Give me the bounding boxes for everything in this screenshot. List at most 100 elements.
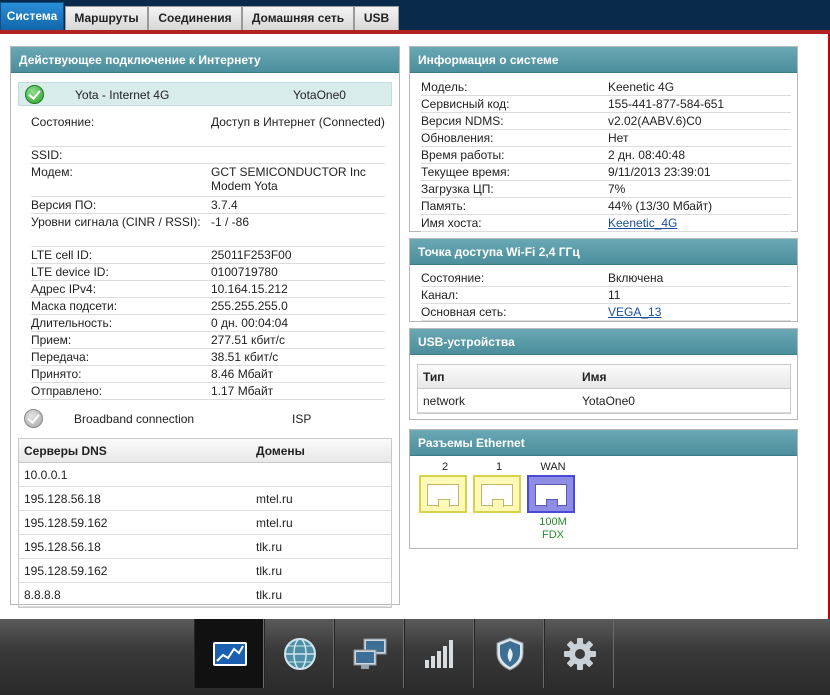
tab-system[interactable]: Система [0,2,64,31]
detail-label: Длительность: [31,316,113,330]
detail-label: Уровни сигнала (CINR / RSSI): [31,215,201,229]
wifi-info-list: Состояние: Включена Канал: 11 Основная сеть:… [421,270,791,321]
dns-servers-column-header: Серверы DNS [24,444,107,458]
usb-table-header: Тип Имя [418,365,790,389]
detail-value: 38.51 кбит/с [211,350,279,364]
usb-type-column-header: Тип [423,370,445,384]
info-label: Загрузка ЦП: [421,182,494,196]
connection-name: Yota - Internet 4G [75,88,170,102]
dns-row: 195.128.59.162 mtel.ru [19,511,391,535]
dns-row: 8.8.8.8 tlk.ru [19,583,391,607]
detail-value: -1 / -86 [211,215,250,229]
dns-domain: tlk.ru [256,588,283,602]
port-socket [427,484,459,507]
info-label: Текущее время: [421,165,510,179]
connection-interface: YotaOne0 [293,88,346,102]
dock-home-network-button[interactable] [334,619,404,688]
backup-connection-name: Broadband connection [74,412,195,426]
dock-monitor-button[interactable] [194,619,264,688]
detail-label: Принято: [31,367,82,381]
info-label: Модель: [421,80,468,94]
dns-domain: tlk.ru [256,540,283,554]
dns-row: 10.0.0.1 [19,463,391,487]
detail-label: SSID: [31,148,63,162]
backup-connection-interface: ISP [292,412,312,426]
panel-title: Действующее подключение к Интернету [11,47,399,73]
info-value: 11 [608,288,621,302]
dock-settings-button[interactable] [544,619,614,688]
info-value: 7% [608,182,626,196]
detail-label: Состояние: [31,115,95,129]
detail-value: GCT SEMICONDUCTOR Inc Modem Yota [211,165,366,193]
detail-row: Версия ПО: 3.7.4 [31,197,385,214]
dock-internet-button[interactable] [264,619,334,688]
shield-icon [496,637,524,671]
detail-value: Доступ в Интернет (Connected) [211,115,385,129]
info-value: Нет [608,131,629,145]
port-status: 100M FDX [539,516,567,541]
gear-icon [564,638,596,670]
detail-value: 10.164.15.212 [211,282,288,296]
panel-title: Разъемы Ethernet [410,430,797,456]
detail-label: LTE cell ID: [31,248,93,262]
bottom-dock [0,619,830,695]
backup-connection-row[interactable]: Broadband connection ISP [18,408,392,430]
signal-bars-icon [425,640,453,668]
tab-usb[interactable]: USB [354,6,399,31]
detail-label: Прием: [31,333,72,347]
info-row: Имя хоста: Keenetic_4G [421,215,791,232]
info-value: v2.02(AABV.6)C0 [608,114,702,128]
info-label: Канал: [421,288,459,302]
info-row: Время работы: 2 дн. 08:40:48 [421,147,791,164]
system-info-list: Модель: Keenetic 4G Сервисный код: 155-441-… [421,79,791,232]
dns-server: 195.128.59.162 [24,516,108,530]
info-row: Версия NDMS: v2.02(AABV.6)C0 [421,113,791,130]
detail-value: 25011F253F00 [211,248,292,262]
dns-row: 195.128.59.162 tlk.ru [19,559,391,583]
content-area: Действующее подключение к Интернету Yota… [0,34,830,619]
info-row: Обновления: Нет [421,130,791,147]
usb-table-body: network YotaOne0 [418,389,790,413]
detail-value: 1.17 Мбайт [211,384,274,398]
detail-row: Отправлено: 1.17 Мбайт [31,383,385,400]
dns-server: 195.128.56.18 [24,540,101,554]
usb-name-column-header: Имя [582,370,607,384]
usb-row[interactable]: network YotaOne0 [418,389,790,413]
detail-row: Модем: GCT SEMICONDUCTOR Inc Modem Yota [31,164,385,197]
connection-details: Состояние: Доступ в Интернет (Connected) S… [31,114,385,400]
wifi-panel: Точка доступа Wi-Fi 2,4 ГГц Состояние: Вк… [409,238,798,322]
detail-value: 277.51 кбит/с [211,333,285,347]
info-value: 44% (13/30 Мбайт) [608,199,713,213]
panel-title: Точка доступа Wi-Fi 2,4 ГГц [410,239,797,265]
detail-label: Отправлено: [31,384,103,398]
info-row: Состояние: Включена [421,270,791,287]
lan-port-icon[interactable] [473,475,521,513]
ethernet-ports-panel: Разъемы Ethernet 2 1 WAN 100M FDX [409,429,798,549]
info-value: 9/11/2013 23:39:01 [608,165,711,179]
dock-security-button[interactable] [474,619,544,688]
tab-routes[interactable]: Маршруты [65,6,148,31]
active-connection-row[interactable]: Yota - Internet 4G YotaOne0 [18,82,392,106]
detail-row: Прием: 277.51 кбит/с [31,332,385,349]
dock-wifi-button[interactable] [404,619,474,688]
tab-connections[interactable]: Соединения [148,6,242,31]
info-link[interactable]: Keenetic_4G [608,216,677,230]
info-value: 2 дн. 08:40:48 [608,148,686,162]
detail-value: 3.7.4 [211,198,238,212]
detail-row: Длительность: 0 дн. 00:04:04 [31,315,385,332]
detail-label: Модем: [31,165,73,179]
system-info-panel: Информация о системе Модель: Keenetic 4G С… [409,46,798,232]
info-link[interactable]: VEGA_13 [608,305,661,319]
tab-home-network[interactable]: Домашняя сеть [242,6,354,31]
dns-domain: tlk.ru [256,564,283,578]
wan-port-icon[interactable] [527,475,575,513]
internet-connection-panel: Действующее подключение к Интернету Yota… [10,46,400,608]
info-value: Включена [608,271,664,285]
lan-port-icon[interactable] [419,475,467,513]
info-label: Имя хоста: [421,216,482,230]
inactive-check-icon [24,409,43,428]
port-label: 1 [495,461,503,473]
info-label: Сервисный код: [421,97,510,111]
info-row: Загрузка ЦП: 7% [421,181,791,198]
dns-domain: mtel.ru [256,516,293,530]
